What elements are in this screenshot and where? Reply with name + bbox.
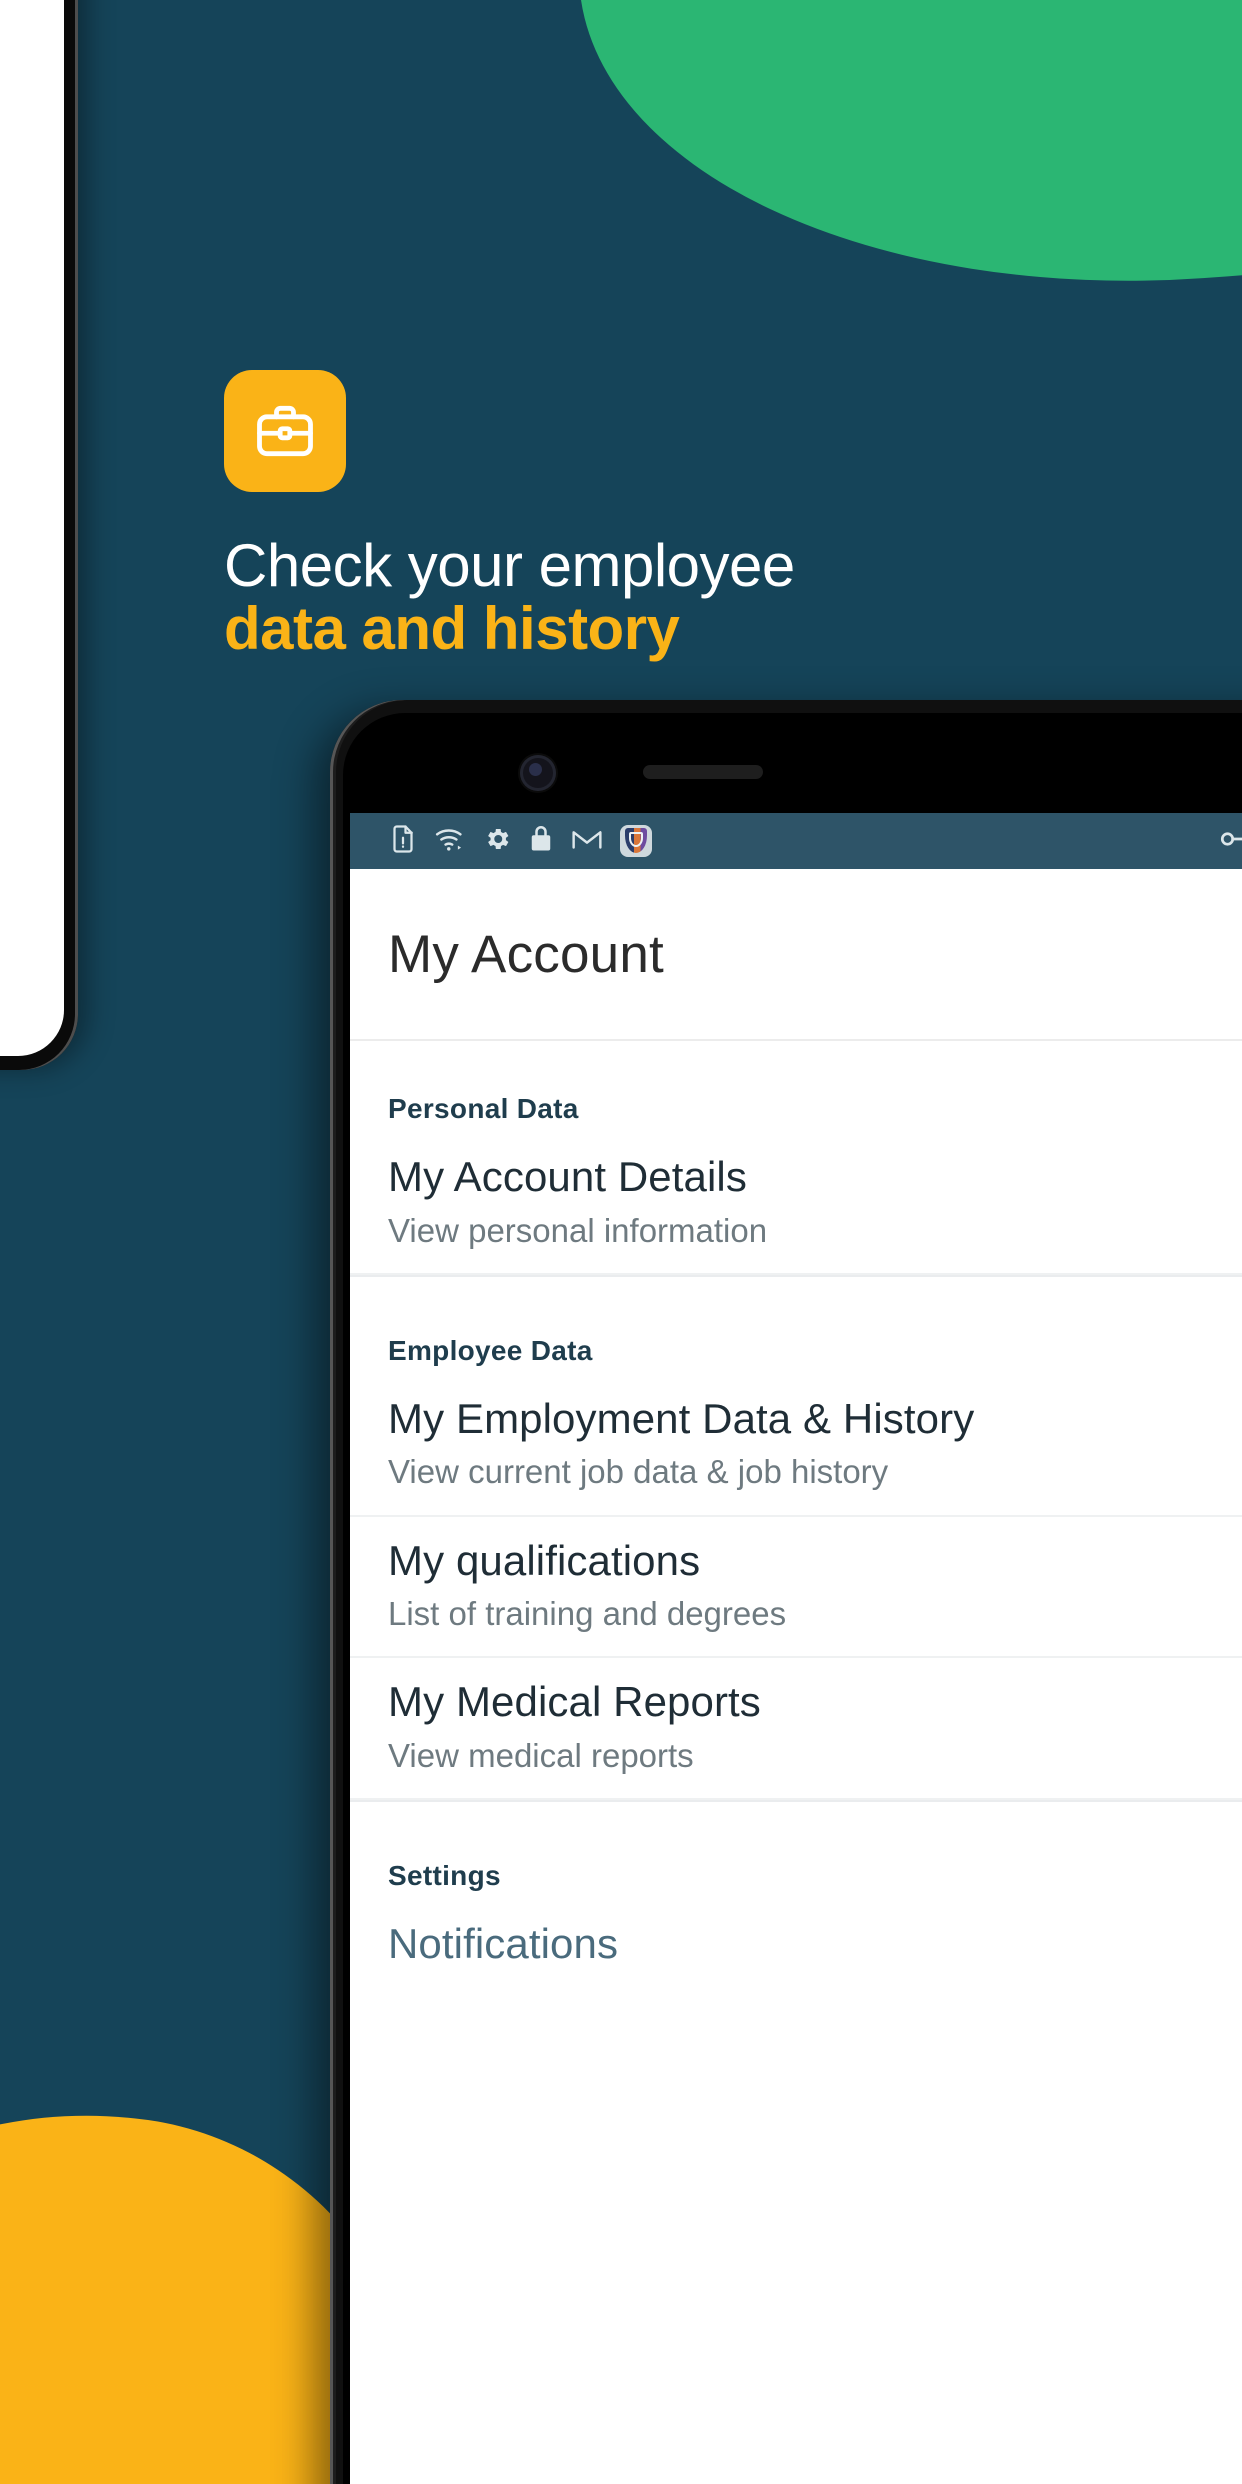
- briefcase-icon: [224, 370, 346, 492]
- left-phone-screen: on: [0, 0, 64, 1056]
- hero-block: Check your employee data and history: [224, 370, 984, 660]
- vpn-key-icon: [1219, 826, 1242, 857]
- list-item-subtitle: View personal information: [388, 1211, 768, 1249]
- file-warning-icon: [388, 824, 418, 859]
- list-item-my-medical-reports[interactable]: My Medical Reports View medical reports: [350, 1658, 1242, 1800]
- front-camera-icon: [520, 755, 556, 791]
- hero-title-line2: data and history: [224, 595, 680, 662]
- section-divider: [350, 1274, 1242, 1283]
- section-header-personal-data: Personal Data: [388, 1093, 579, 1124]
- right-phone-body: 47% My Account: [343, 713, 1242, 2484]
- list-item-title: My Account Details: [388, 1153, 747, 1200]
- section-header-employee-data: Employee Data: [388, 1334, 593, 1366]
- gear-icon: [482, 824, 512, 859]
- list-item-my-employment-data-history[interactable]: My Employment Data & History View curren…: [350, 1375, 1242, 1517]
- status-bar-right-icons: 47%: [1219, 824, 1242, 859]
- green-decorative-blob: [540, 0, 1242, 321]
- right-phone-mockup: 47% My Account: [330, 700, 1242, 2484]
- section-header-settings: Settings: [388, 1860, 501, 1891]
- list-item-subtitle: View current job data & job history: [388, 1453, 889, 1491]
- list-item-subtitle: View medical reports: [388, 1736, 694, 1774]
- lock-icon: [528, 824, 554, 859]
- hero-title-line1: Check your employee: [224, 532, 795, 599]
- android-status-bar: 47%: [350, 813, 1242, 869]
- list-item-notifications[interactable]: Notifications: [350, 1900, 1242, 1993]
- hero-title: Check your employee data and history: [224, 534, 984, 660]
- list-item-title: My Employment Data & History: [388, 1394, 975, 1442]
- list-item-my-qualifications[interactable]: My qualifications List of training and d…: [350, 1517, 1242, 1659]
- list-item-title: My Medical Reports: [388, 1678, 761, 1726]
- shield-app-icon: [620, 825, 652, 857]
- earpiece-speaker: [643, 765, 763, 779]
- list-item-my-account-details[interactable]: My Account Details View personal informa…: [350, 1133, 1242, 1275]
- status-bar-left-icons: [388, 824, 652, 859]
- left-phone-mockup: on: [0, 0, 78, 1070]
- app-bar: My Account: [350, 869, 1242, 1041]
- wifi-icon: [434, 824, 466, 859]
- app-store-screenshot: on: [0, 0, 1242, 2484]
- account-settings-list: Personal Data My Account Details View pe…: [350, 1041, 1242, 2033]
- list-item-title: My qualifications: [388, 1536, 701, 1584]
- section-divider: [350, 1800, 1242, 1808]
- page-title: My Account: [388, 924, 664, 984]
- list-item-subtitle: List of training and degrees: [388, 1595, 787, 1632]
- right-phone-screen: 47% My Account: [350, 813, 1242, 2484]
- gmail-icon: [570, 824, 604, 859]
- list-item-title: Notifications: [388, 1920, 619, 1967]
